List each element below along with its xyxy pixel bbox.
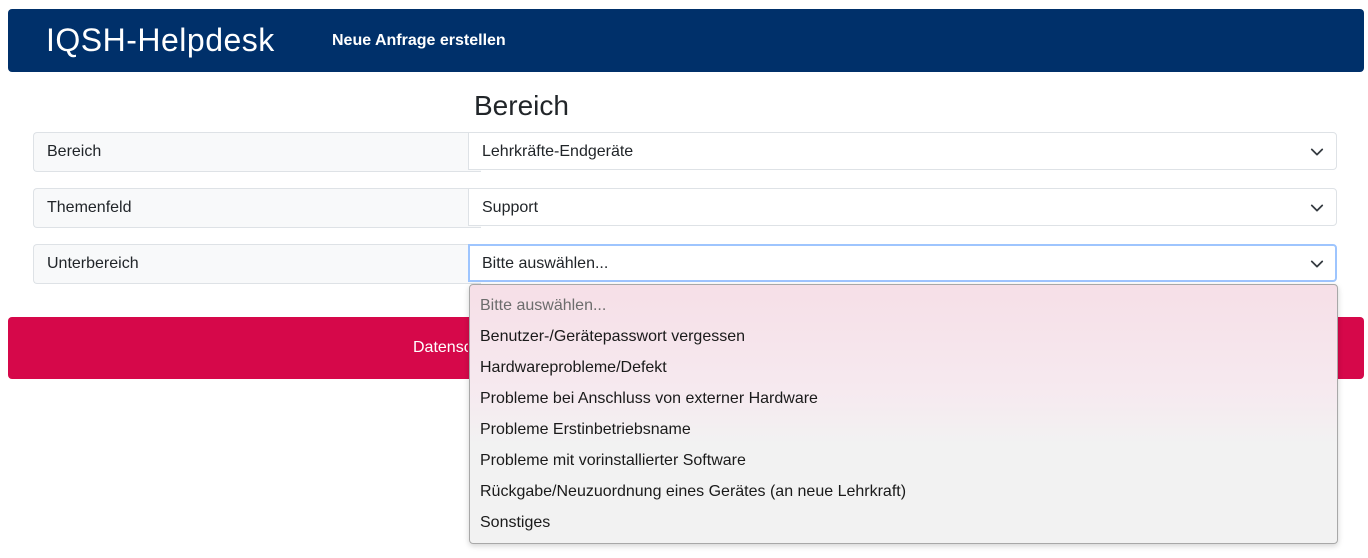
unterbereich-select[interactable]: Bitte auswählen... bbox=[468, 244, 1337, 282]
themenfeld-select-value: Support bbox=[482, 199, 539, 216]
dropdown-option[interactable]: Probleme bei Anschluss von externer Hard… bbox=[470, 383, 1337, 414]
dropdown-option[interactable]: Probleme mit vorinstallierter Software bbox=[470, 445, 1337, 476]
top-navbar: IQSH-Helpdesk Neue Anfrage erstellen bbox=[8, 9, 1364, 72]
themenfeld-select[interactable]: Support bbox=[468, 188, 1337, 226]
unterbereich-dropdown-list[interactable]: Bitte auswählen... Benutzer-/Gerätepasswo… bbox=[469, 284, 1338, 544]
field-row-bereich: Bereich Lehrkräfte-Endgeräte bbox=[33, 132, 1339, 172]
bereich-select[interactable]: Lehrkräfte-Endgeräte bbox=[468, 132, 1337, 170]
dropdown-option[interactable]: Sonstiges bbox=[470, 507, 1337, 538]
unterbereich-select-value: Bitte auswählen... bbox=[482, 255, 609, 272]
field-label-bereich: Bereich bbox=[33, 132, 481, 172]
dropdown-option[interactable]: Benutzer-/Gerätepasswort vergessen bbox=[470, 321, 1337, 352]
bereich-select-value: Lehrkräfte-Endgeräte bbox=[482, 143, 634, 160]
privacy-banner-text: Datensc bbox=[413, 339, 468, 356]
field-label-themenfeld: Themenfeld bbox=[33, 188, 481, 228]
section-title-wrapper: Bereich bbox=[0, 90, 1052, 122]
chevron-down-icon bbox=[1310, 260, 1324, 268]
chevron-down-icon bbox=[1310, 148, 1324, 156]
field-label-unterbereich: Unterbereich bbox=[33, 244, 481, 284]
dropdown-option-placeholder[interactable]: Bitte auswählen... bbox=[470, 290, 1337, 321]
field-row-unterbereich: Unterbereich Bitte auswählen... bbox=[33, 244, 1339, 284]
new-request-link[interactable]: Neue Anfrage erstellen bbox=[332, 9, 506, 72]
dropdown-options: Bitte auswählen... Benutzer-/Gerätepasswo… bbox=[470, 285, 1337, 538]
section-title: Bereich bbox=[474, 90, 569, 121]
field-row-themenfeld: Themenfeld Support bbox=[33, 188, 1339, 228]
brand-logo-link[interactable]: IQSH-Helpdesk bbox=[46, 9, 275, 72]
chevron-down-icon bbox=[1310, 204, 1324, 212]
dropdown-option[interactable]: Hardwareprobleme/Defekt bbox=[470, 352, 1337, 383]
dropdown-option[interactable]: Rückgabe/Neuzuordnung eines Gerätes (an … bbox=[470, 476, 1337, 507]
dropdown-option[interactable]: Probleme Erstinbetriebsname bbox=[470, 414, 1337, 445]
